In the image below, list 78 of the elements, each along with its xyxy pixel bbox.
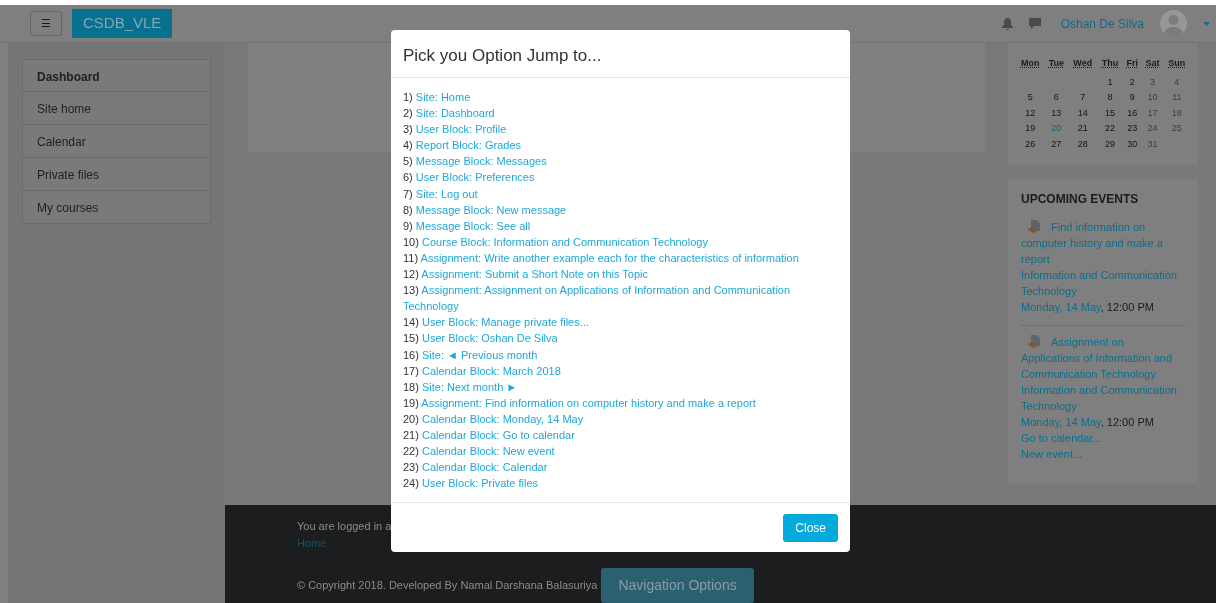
sidebar-item[interactable]: Private files (22, 158, 211, 191)
calendar-day: 15 (1105, 107, 1115, 118)
option-link[interactable]: 22) Calendar Block: New event (403, 443, 838, 460)
option-link[interactable]: 12) Assignment: Submit a Short Note on this Topic (403, 266, 838, 283)
calendar-day: 27 (1051, 138, 1062, 149)
option-link[interactable]: 8) Message Block: New message (403, 201, 838, 218)
calendar-day: 31 (1147, 138, 1158, 149)
calendar-day: 5 (1027, 92, 1033, 102)
sidebar-item[interactable]: Calendar (22, 125, 211, 158)
calendar-day: 17 (1147, 107, 1158, 118)
event-time: , 12:00 PM (1100, 301, 1154, 313)
option-link[interactable]: 6) User Block: Preferences (403, 169, 838, 186)
calendar-day: 26 (1025, 138, 1036, 149)
calendar-day: 19 (1025, 123, 1036, 133)
sidebar-item[interactable]: Dashboard (22, 59, 211, 92)
option-link[interactable]: 15) User Block: Oshan De Silva (403, 330, 838, 347)
copyright-text: © Copyright 2018. Developed By Namal Darshana Balasuriya (297, 578, 598, 594)
section-title: UPCOMING EVENTS (1021, 191, 1140, 207)
option-link[interactable]: 23) Calendar Block: Calendar (403, 459, 838, 476)
avatar-icon[interactable] (1160, 10, 1187, 37)
option-link[interactable]: 7) Site: Log out (403, 185, 838, 202)
calendar-day: 1 (1107, 76, 1113, 87)
calendar-day: 13 (1051, 107, 1062, 118)
weekday-header: Thu (1100, 57, 1120, 70)
assignment-icon (1027, 335, 1041, 348)
option-link[interactable]: 18) Site: Next month ► (403, 378, 838, 395)
option-link[interactable]: 1) Site: Home (403, 89, 838, 106)
option-link[interactable]: 10) Course Block: Information and Communication Technology (403, 233, 838, 250)
weekday-header: Wed (1072, 57, 1094, 70)
calendar-day: 22 (1105, 123, 1115, 133)
option-link[interactable]: 3) User Block: Profile (403, 121, 838, 138)
calendar-day: 7 (1080, 92, 1086, 102)
option-link[interactable]: 21) Calendar Block: Go to calendar (403, 426, 838, 444)
calendar-day: 18 (1171, 107, 1182, 118)
sidebar-item[interactable]: Site home (22, 92, 211, 125)
option-link[interactable]: 20) Calendar Block: Monday, 14 May (403, 410, 838, 427)
calendar-day: 14 (1077, 107, 1088, 118)
menu-button[interactable]: ☰ (30, 11, 62, 36)
sidebar-item[interactable]: My courses (22, 191, 211, 224)
assignment-icon (1027, 220, 1041, 233)
weekday-header: Tue (1047, 57, 1066, 70)
option-link[interactable]: 19) Assignment: Find information on computer history and make a report (403, 394, 838, 411)
weekday-header: Mon (1019, 57, 1041, 70)
calendar-day: 29 (1105, 138, 1115, 149)
weekday-header: Sat (1144, 57, 1161, 70)
calendar-day: 9 (1129, 92, 1135, 102)
calendar-day: 23 (1127, 123, 1138, 133)
weekday-header: Sun (1167, 57, 1187, 70)
calendar-day: 12 (1025, 107, 1036, 118)
option-link[interactable]: 4) Report Block: Grades (403, 137, 838, 154)
login-info-text: You are logged in a (297, 519, 392, 534)
option-link[interactable]: 11) Assignment: Write another example each for the characteristics of information (403, 249, 838, 267)
calendar-day: 25 (1171, 123, 1182, 133)
calendar-day: 16 (1127, 107, 1138, 118)
option-link[interactable]: 24) User Block: Private files (403, 475, 838, 492)
option-link[interactable]: 17) Calendar Block: March 2018 (403, 362, 838, 379)
calendar-day: 21 (1077, 123, 1088, 133)
calendar-day: 30 (1127, 138, 1138, 149)
calendar-day: 24 (1147, 123, 1158, 133)
chat-icon[interactable] (1028, 18, 1041, 29)
modal-title: Pick you Option Jump to... (403, 46, 602, 65)
option-link[interactable]: 16) Site: ◄ Previous month (403, 346, 838, 363)
option-link[interactable]: 9) Message Block: See all (403, 217, 838, 234)
calendar-day: 4 (1174, 76, 1180, 87)
option-link[interactable]: 5) Message Block: Messages (403, 153, 838, 170)
calendar-day: 11 (1172, 92, 1182, 102)
option-link[interactable]: 14) User Block: Manage private files... (403, 314, 838, 331)
calendar-day: 10 (1147, 92, 1158, 102)
option-link[interactable]: 2) Site: Dashboard (403, 105, 838, 122)
calendar-day: 28 (1077, 138, 1088, 149)
weekday-header: Fri (1125, 57, 1139, 70)
calendar-day: 6 (1053, 92, 1059, 102)
calendar-day: 2 (1129, 76, 1135, 87)
event-time: , 12:00 PM (1100, 416, 1154, 428)
calendar-day: 8 (1107, 92, 1113, 102)
caret-icon[interactable] (1203, 21, 1210, 26)
bell-icon[interactable] (1001, 17, 1013, 30)
option-link[interactable]: 13) Assignment: Assignment on Applications of Information and Communication Technology (403, 282, 838, 315)
